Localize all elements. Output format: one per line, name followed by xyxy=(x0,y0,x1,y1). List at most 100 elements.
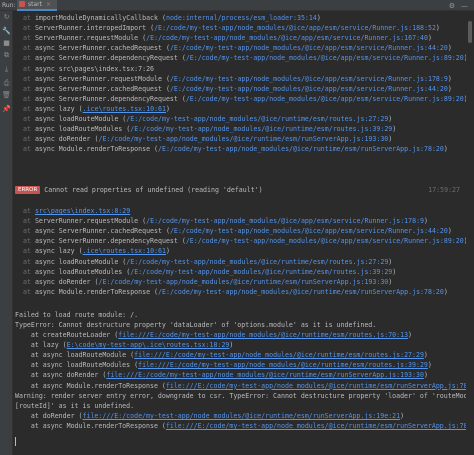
error-timestamp: 17:59:27 xyxy=(428,186,460,194)
gear-icon[interactable]: ⚙ xyxy=(449,2,455,10)
console-line: at async ServerRunner.cachedRequest (/E:… xyxy=(23,226,452,236)
stack-location-link[interactable]: /E:/code/my-test-app/node_modules/@ice/r… xyxy=(130,268,392,276)
stack-location-link[interactable]: /E:/code/my-test-app/node_modules/@ice/r… xyxy=(126,258,388,266)
paren-close: ) xyxy=(388,135,393,144)
stack-location-link[interactable]: file:///E:/code/my-test-app/node_modules… xyxy=(134,351,424,359)
print-icon[interactable]: ⎙ xyxy=(2,79,11,88)
console-line: at async doRender (/E:/code/my-test-app/… xyxy=(23,277,392,287)
warning-text: Warning: render server entry error, down… xyxy=(15,392,466,400)
stack-at: at xyxy=(23,287,31,296)
stack-location-link[interactable]: file:///E:/code/my-test-app/node_modules… xyxy=(166,422,466,430)
stack-at: at xyxy=(23,125,31,134)
vertical-scrollbar[interactable] xyxy=(466,11,474,455)
stack-at: at xyxy=(23,34,31,43)
stack-function: at async loadRouteModules xyxy=(15,361,131,370)
stack-location-link[interactable]: /E:/code/my-test-app/node_modules/@ice/a… xyxy=(170,227,448,235)
stack-function: async ServerRunner.dependencyRequest xyxy=(34,94,178,103)
paren-close: ) xyxy=(443,287,448,296)
stack-location-link[interactable]: /E:/code/my-test-app/node_modules/@ice/a… xyxy=(186,95,464,103)
stack-location-link[interactable]: file:///E:/code/my-test-app/node_modules… xyxy=(138,361,428,369)
delete-icon[interactable]: 🗑 xyxy=(2,91,11,100)
console-line: at async Module.renderToResponse (file:/… xyxy=(15,421,466,431)
stack-location-link[interactable]: /E:/code/my-test-app/node_modules/@ice/a… xyxy=(146,34,428,42)
paren-close: ) xyxy=(388,277,393,286)
rerun-icon[interactable]: ↻ xyxy=(2,13,11,22)
console-line: at async ServerRunner.cachedRequest (/E:… xyxy=(23,43,452,53)
stack-location-link[interactable]: /E:/code/my-test-app/node_modules/@ice/a… xyxy=(154,24,436,32)
stack-location-link[interactable]: file:///E:/code/my-test-app/node_modules… xyxy=(118,331,408,339)
stack-function: async doRender xyxy=(34,135,91,144)
console-line: at async ServerRunner.cachedRequest (/E:… xyxy=(23,84,452,94)
console-line: at async loadRouteModules (/E:/code/my-t… xyxy=(23,267,396,277)
paren-close: ) xyxy=(408,331,413,339)
stack-location-link[interactable]: E:\code\my-test-app\.ice\routes.tsx:18:2… xyxy=(67,341,230,349)
scroll-end-icon[interactable]: ⤓ xyxy=(2,65,11,74)
run-tab-start[interactable]: start × xyxy=(17,0,58,11)
stack-location-link[interactable]: /E:/code/my-test-app/node_modules/@ice/a… xyxy=(186,237,464,245)
stack-at: at xyxy=(23,14,31,22)
stack-location-link[interactable]: /E:/code/my-test-app/node_modules/@ice/a… xyxy=(170,85,448,93)
stack-location-link[interactable]: /E:/code/my-test-app/node_modules/@ice/r… xyxy=(98,135,388,143)
scrollbar-thumb[interactable] xyxy=(468,21,472,43)
wrench-icon[interactable]: 🔧 xyxy=(2,27,11,36)
paren-close: ) xyxy=(388,257,393,266)
console-line: at async lazy (.ice\routes.tsx:10:61) xyxy=(23,104,170,114)
paren-close: ) xyxy=(316,14,321,22)
console-line: [routeId]' as it is undefined. xyxy=(15,401,134,411)
stack-location-link[interactable]: src\pages\index.tsx:8:29 xyxy=(35,207,130,215)
stack-location-link[interactable]: /E:/code/my-test-app/node_modules/@ice/a… xyxy=(170,75,448,83)
console-output[interactable]: at importModuleDynamicallyCallback (node… xyxy=(13,11,466,455)
stack-function: async ServerRunner.cachedRequest xyxy=(34,84,162,93)
paren-close: ) xyxy=(447,227,452,236)
stack-function: async lazy xyxy=(34,247,75,256)
stack-function: async loadRouteModule xyxy=(34,115,119,123)
stack-function: importModuleDynamicallyCallback xyxy=(34,14,159,22)
minimize-icon[interactable]: — xyxy=(461,2,468,10)
error-badge: ERROR xyxy=(15,186,41,194)
stack-location-link[interactable]: node:internal/process/esm_loader:35:14 xyxy=(166,14,317,22)
paren-close: ) xyxy=(447,84,452,93)
stack-location-link[interactable]: file:///E:/code/my-test-app/node_modules… xyxy=(106,371,424,379)
run-label: Run: xyxy=(2,1,16,9)
console-line: at async src\pages\index.tsx:7:26 xyxy=(23,64,158,74)
stack-function: async loadRouteModules xyxy=(34,267,123,276)
restore-layout-icon[interactable]: ⧉ xyxy=(2,51,11,60)
stack-location-link[interactable]: /E:/code/my-test-app/node_modules/@ice/r… xyxy=(130,125,392,133)
stack-at: at xyxy=(23,84,31,93)
stack-at: at xyxy=(23,227,31,236)
paren-close: ) xyxy=(165,247,170,256)
stack-at: at xyxy=(23,257,31,266)
console-line: at async loadRouteModule (/E:/code/my-te… xyxy=(23,257,392,267)
console-line: at async loadRouteModule (file:///E:/cod… xyxy=(15,350,428,360)
stack-location-link[interactable]: /E:/code/my-test-app/node_modules/@ice/r… xyxy=(158,288,444,296)
console-line: at async Module.renderToResponse (/E:/co… xyxy=(23,144,448,154)
pin-icon[interactable]: 📌 xyxy=(2,105,11,114)
error-message: Cannot read properties of undefined (rea… xyxy=(44,186,263,194)
stack-function: at async Module.renderToResponse xyxy=(15,422,158,431)
paren-close: ) xyxy=(447,74,452,83)
console-input-line[interactable] xyxy=(13,437,466,447)
stack-location-link[interactable]: file:///E:/code/my-test-app/node_modules… xyxy=(166,382,466,390)
paren-close: ) xyxy=(392,267,397,276)
stack-location-link[interactable]: /E:/code/my-test-app/node_modules/@ice/a… xyxy=(170,44,448,52)
stack-location-link[interactable]: .ice\routes.tsx:10:61 xyxy=(83,247,166,255)
stack-location-link[interactable]: /E:/code/my-test-app/node_modules/@ice/r… xyxy=(158,145,444,153)
stop-icon[interactable]: ■ xyxy=(2,39,11,48)
stack-function: at createRouteLoader xyxy=(15,331,111,339)
paren-close: ) xyxy=(427,361,432,370)
warning-text: [routeId]' as it is undefined. xyxy=(15,402,135,411)
paren-close: ) xyxy=(427,34,432,43)
stack-function: async lazy xyxy=(34,104,75,113)
stack-location-link[interactable]: /E:/code/my-test-app/node_modules/@ice/a… xyxy=(186,54,464,62)
stack-location-link[interactable]: .ice\routes.tsx:10:61 xyxy=(83,105,166,113)
stack-location-link[interactable]: /E:/code/my-test-app/node_modules/@ice/a… xyxy=(146,217,424,225)
stack-location-link[interactable]: /E:/code/my-test-app/node_modules/@ice/r… xyxy=(98,278,388,286)
paren-close: ) xyxy=(423,351,428,360)
stack-function: async loadRouteModules xyxy=(34,125,123,134)
stack-location-link[interactable]: /E:/code/my-test-app/node_modules/@ice/r… xyxy=(126,115,388,123)
stack-location-link[interactable]: file:///E:/code/my-test-app/node_modules… xyxy=(83,412,401,420)
paren-close: ) xyxy=(443,145,448,154)
paren-close: ) xyxy=(165,104,170,113)
paren-close: ) xyxy=(447,44,452,53)
close-icon[interactable]: × xyxy=(46,1,51,8)
